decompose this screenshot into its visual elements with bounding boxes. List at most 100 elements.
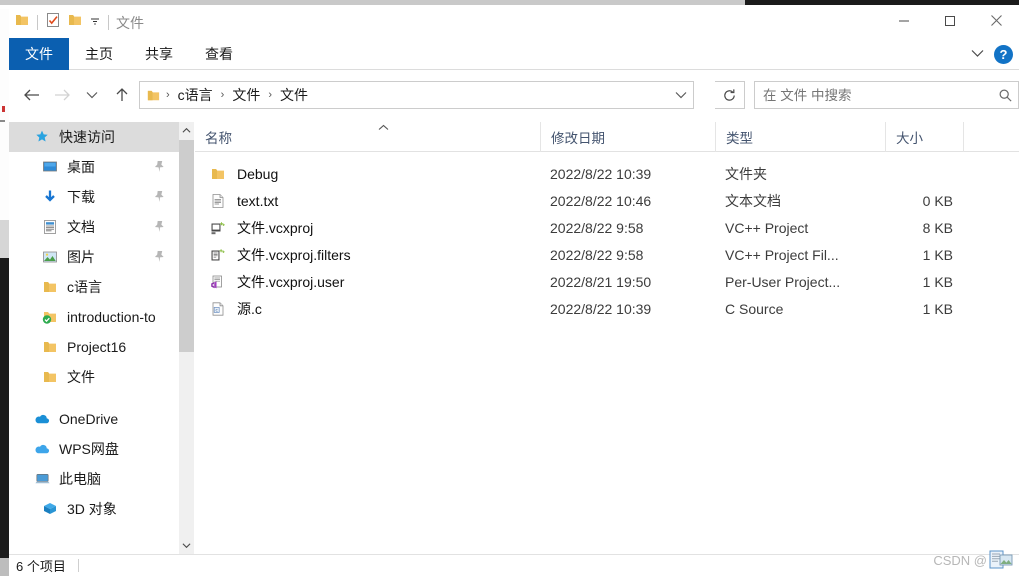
tab-share[interactable]: 共享 [129,38,189,70]
forward-button[interactable] [47,81,77,109]
table-row[interactable]: c 源.c 2022/8/22 10:39 C Source 1 KB [195,295,1019,322]
minimize-button[interactable] [881,5,927,36]
watermark-text: CSDN @ [933,552,987,568]
file-name-cell[interactable]: 文件.vcxproj.filters [195,241,540,268]
search-input[interactable] [755,87,992,103]
sidebar-item-project16[interactable]: Project16 [9,332,179,362]
item-count-label: 6 个项目 [16,559,66,574]
breadcrumb-separator-0: › [166,89,170,101]
file-name-cell[interactable]: 文件.vcxproj [195,214,540,241]
up-button[interactable] [107,81,137,109]
vcxproj-filters-icon [207,247,229,263]
folder-icon [207,166,229,182]
status-bar: 6 个项目 [9,554,1019,576]
refresh-button[interactable] [715,81,745,109]
sidebar-item-downloads[interactable]: 下载 [9,182,179,212]
file-name-label: 文件.vcxproj.user [237,273,345,290]
ribbon-tabs: 文件 主页 共享 查看 [9,38,1019,70]
pin-icon[interactable] [154,160,165,176]
breadcrumb-item-0[interactable]: c语言 [175,85,216,105]
customize-qat-caret-icon[interactable] [89,14,101,32]
tab-home[interactable]: 主页 [69,38,129,70]
column-header-type[interactable]: 类型 [715,121,885,152]
file-size-cell: 1 KB [922,300,953,317]
table-row[interactable]: Debug 2022/8/22 10:39 文件夹 [195,160,1019,187]
file-date-cell: 2022/8/22 10:39 [550,165,652,182]
status-separator [77,559,79,572]
sidebar-item-label: 文件 [67,369,95,385]
file-size-cell: 1 KB [922,246,953,263]
table-row[interactable]: text.txt 2022/8/22 10:46 文本文档 0 KB [195,187,1019,214]
file-list-pane[interactable]: 名称 修改日期 类型 大小 Debug 2022/8/22 10:39 文件夹 … [195,121,1019,554]
help-button[interactable]: ? [994,44,1013,64]
column-header-type-label: 类型 [726,130,753,146]
breadcrumb-item-1[interactable]: 文件 [229,85,263,105]
address-dropdown-icon[interactable] [669,82,693,108]
title-bar: 文件 [9,5,1019,38]
search-icon[interactable] [992,88,1018,103]
search-box[interactable] [754,81,1019,109]
pin-icon[interactable] [154,250,165,266]
sidebar-item-label: 下载 [67,189,95,205]
pin-icon[interactable] [154,190,165,206]
sidebar-item-label: c语言 [67,279,102,295]
sidebar-item-desktop[interactable]: 桌面 [9,152,179,182]
background-window-left-dark [0,258,9,558]
folder-icon [39,369,61,385]
file-size-cell: 0 KB [922,192,953,209]
navigation-pane-scrollbar[interactable] [179,122,194,554]
sidebar-item-pictures[interactable]: 图片 [9,242,179,272]
scroll-down-arrow-icon[interactable] [179,537,194,554]
column-headers: 名称 修改日期 类型 大小 [195,121,1019,152]
navigation-pane[interactable]: 快速访问 桌面 下载 文档 图片 c语言 introduction-to Pro… [9,122,179,554]
back-button[interactable] [17,81,47,109]
column-header-date-modified[interactable]: 修改日期 [540,121,715,152]
address-bar-row: › c语言 › 文件 › 文件 [9,71,1019,119]
vcxproj-user-icon [207,274,229,290]
address-bar[interactable]: › c语言 › 文件 › 文件 [139,81,694,109]
sidebar-item-introduction-to[interactable]: introduction-to [9,302,179,332]
file-name-label: Debug [237,165,279,182]
new-folder-icon[interactable] [67,12,83,33]
column-header-spacer[interactable] [963,121,1013,152]
folder-icon[interactable] [14,12,30,33]
sidebar-item-documents[interactable]: 文档 [9,212,179,242]
tab-file[interactable]: 文件 [9,38,69,70]
sidebar-item-label: 桌面 [67,159,95,175]
table-row[interactable]: 文件.vcxproj 2022/8/22 9:58 VC++ Project 8… [195,214,1019,241]
maximize-button[interactable] [927,5,973,36]
sidebar-item-3d-objects[interactable]: 3D 对象 [9,494,179,524]
file-name-label: 文件.vcxproj.filters [237,246,351,263]
file-name-cell[interactable]: c 源.c [195,295,540,322]
csdn-watermark: CSDN @ [933,550,1013,570]
properties-icon[interactable] [45,12,61,33]
svg-text:c: c [215,308,218,313]
sidebar-item-wenjian[interactable]: 文件 [9,362,179,392]
desktop-icon [39,159,61,175]
sidebar-item-onedrive[interactable]: OneDrive [9,404,179,434]
file-name-cell[interactable]: Debug [195,160,540,187]
sidebar-item-this-pc[interactable]: 此电脑 [9,464,179,494]
pin-icon[interactable] [154,220,165,236]
quick-access-toolbar: 文件 [14,12,144,33]
file-name-label: 源.c [237,300,262,317]
close-button[interactable] [973,5,1019,36]
sidebar-item-wps-cloud[interactable]: WPS网盘 [9,434,179,464]
scrollbar-thumb[interactable] [179,140,194,352]
file-name-cell[interactable]: 文件.vcxproj.user [195,268,540,295]
column-header-name[interactable]: 名称 [195,122,540,152]
tab-view[interactable]: 查看 [189,38,249,70]
window-title: 文件 [116,14,144,31]
sidebar-item-label: OneDrive [59,411,119,427]
file-name-cell[interactable]: text.txt [195,187,540,214]
sidebar-item-quick-access[interactable]: 快速访问 [9,122,179,152]
chevron-down-icon[interactable] [971,45,984,63]
table-row[interactable]: 文件.vcxproj.filters 2022/8/22 9:58 VC++ P… [195,241,1019,268]
column-header-size[interactable]: 大小 [885,121,963,152]
scroll-up-arrow-icon[interactable] [179,122,194,139]
file-type-cell: Per-User Project... [725,273,841,290]
recent-locations-button[interactable] [77,81,107,109]
table-row[interactable]: 文件.vcxproj.user 2022/8/21 19:50 Per-User… [195,268,1019,295]
breadcrumb-item-2[interactable]: 文件 [277,85,311,105]
sidebar-item-c-language[interactable]: c语言 [9,272,179,302]
